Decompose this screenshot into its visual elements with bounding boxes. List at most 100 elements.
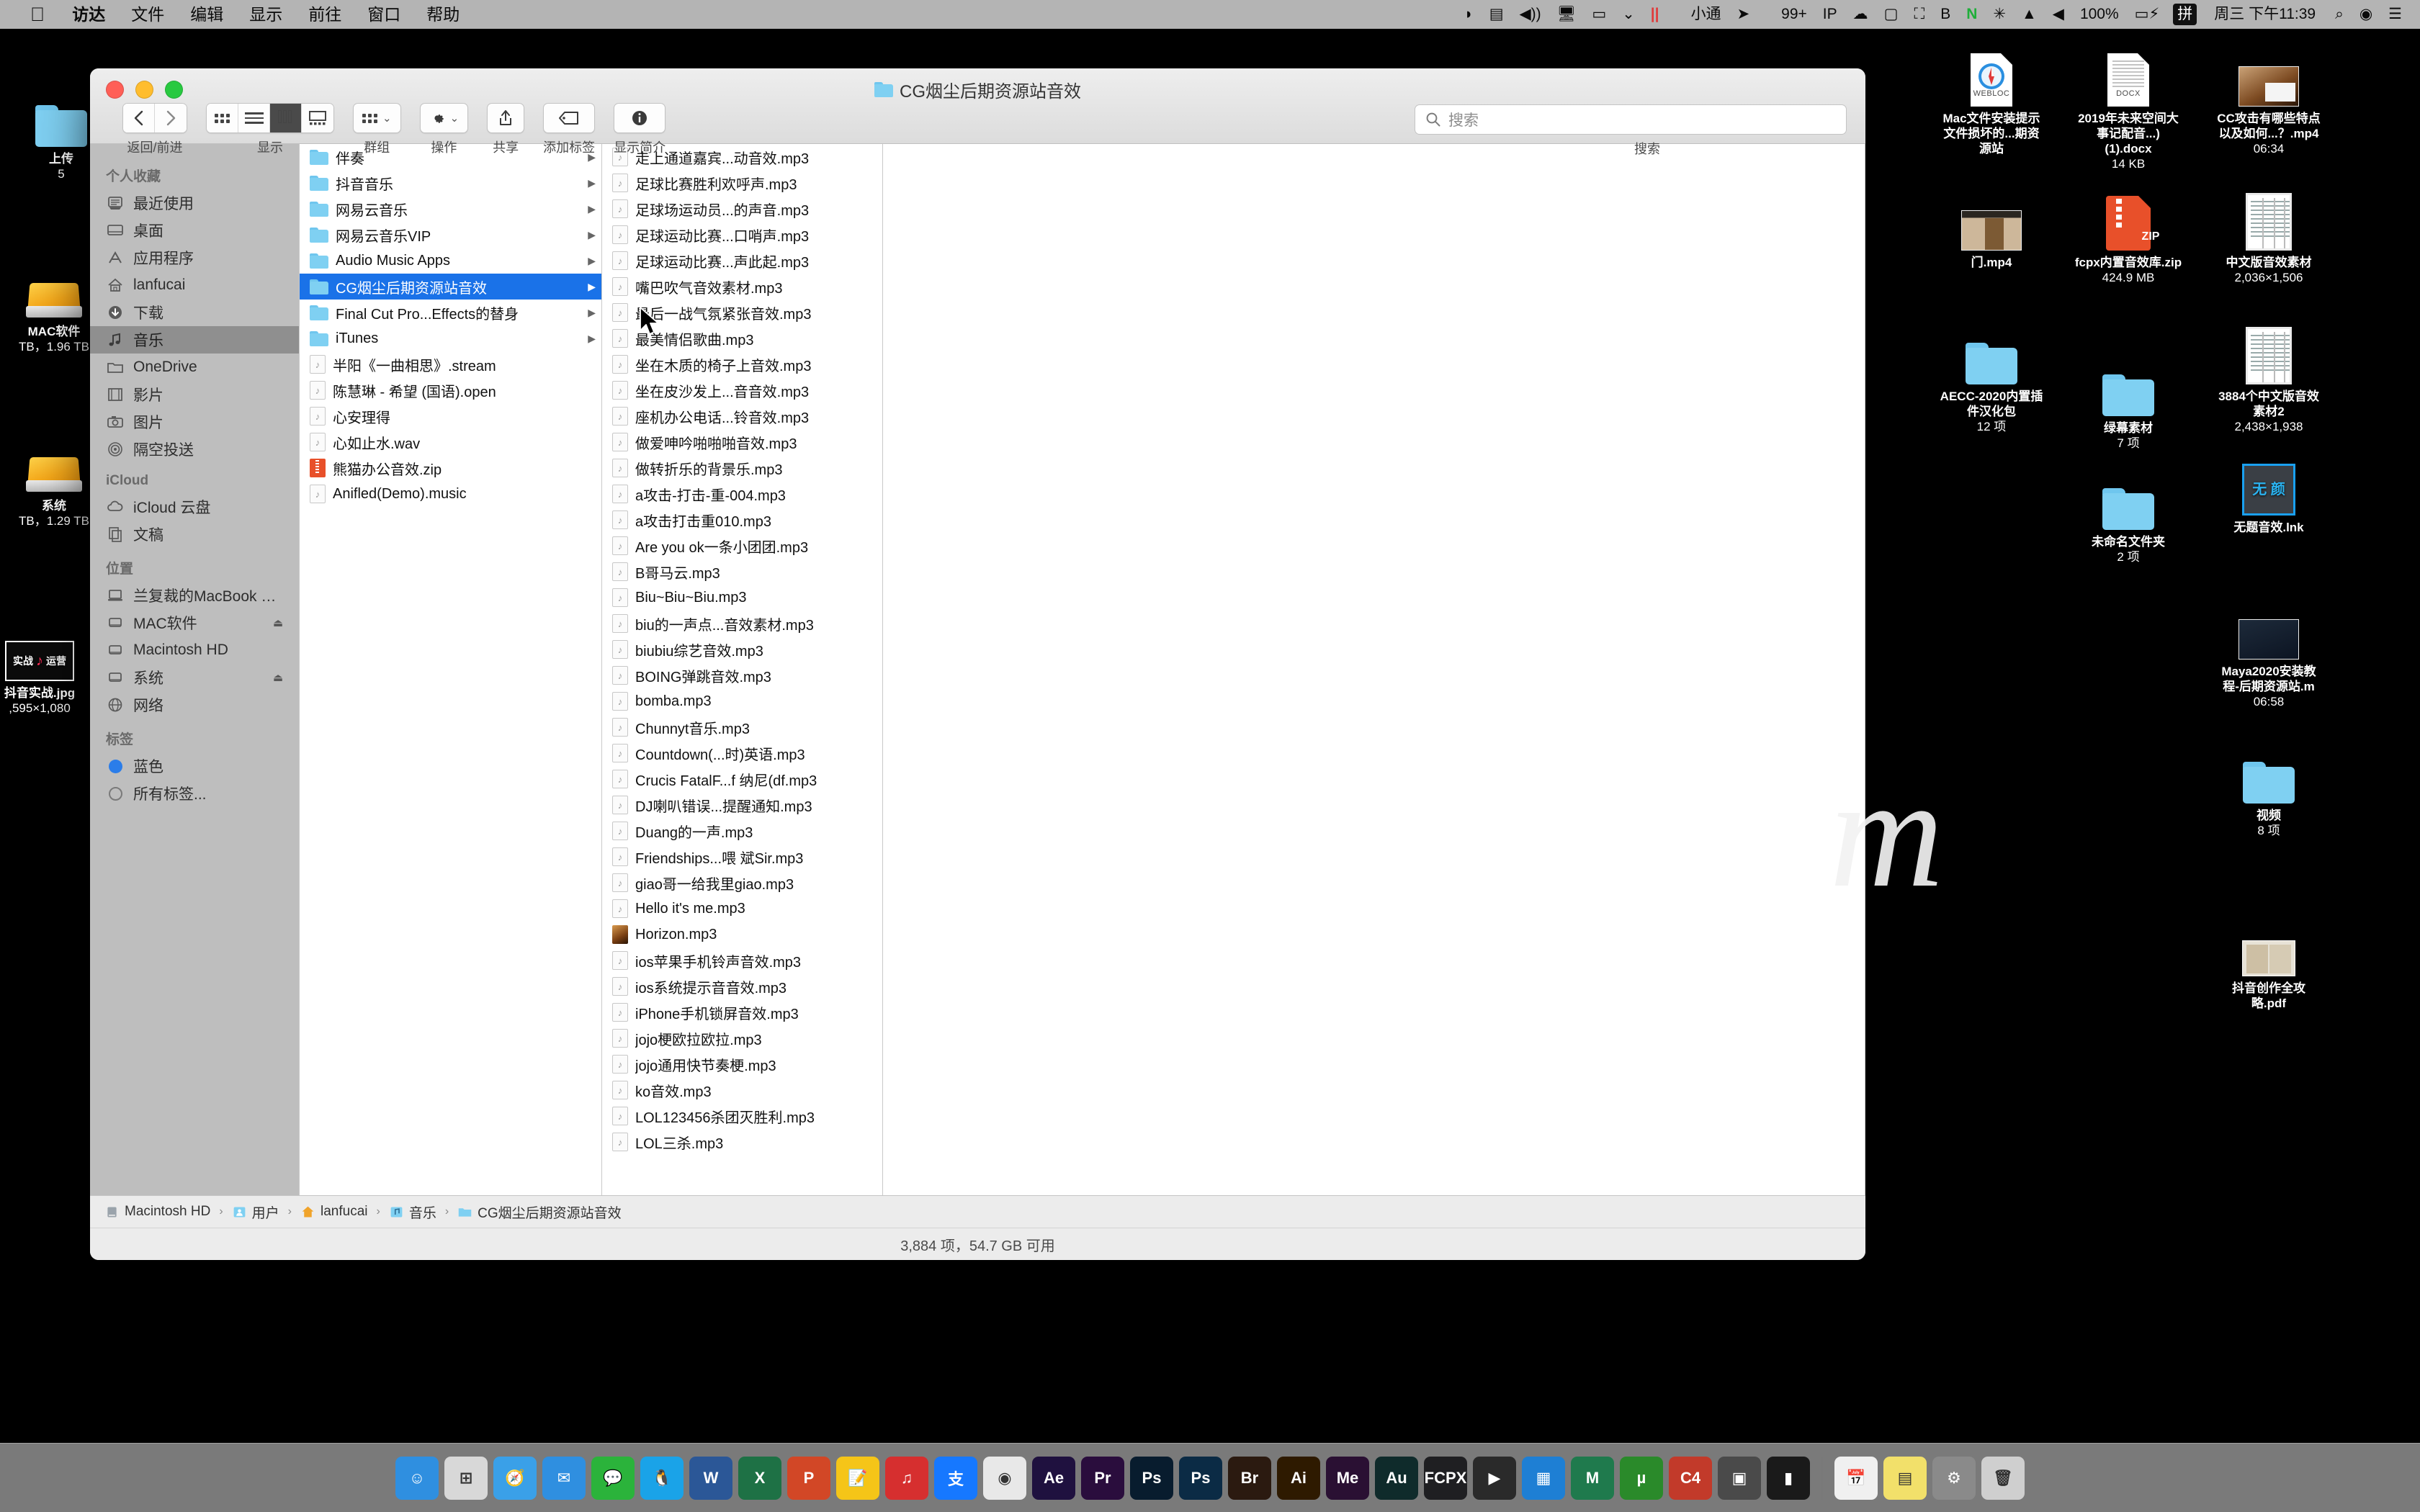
dock-item-alipay[interactable]: 支 [934,1456,977,1500]
ip-label[interactable]: IP [1815,0,1845,29]
dock-item-terminal[interactable]: ▮ [1767,1456,1810,1500]
bluetooth-icon[interactable]: ✳ [1985,0,2014,29]
siri-icon[interactable]: ◉ [2352,0,2380,29]
column-row[interactable]: ♪ Chunnyt音乐.mp3 [602,714,882,740]
disclosure-arrow-icon[interactable]: ▶ [588,307,596,319]
desktop-icon[interactable]: AECC-2020内置插件汉化包 12 项 [1937,323,2045,434]
column-row[interactable]: iTunes ▶ [300,325,601,351]
column-row[interactable]: ♪ 足球运动比赛...口哨声.mp3 [602,222,882,248]
input-method-icon[interactable]: 拼 [2173,4,2197,25]
column-row[interactable]: Final Cut Pro...Effects的替身 ▶ [300,300,601,325]
dock-item-premiere[interactable]: Pr [1081,1456,1124,1500]
qq-icon[interactable]: 99+ [1773,0,1815,29]
menu-item-file[interactable]: 文件 [118,0,177,29]
column-row[interactable]: ♪ Anifled(Demo).music [300,481,601,507]
column-row[interactable]: ♪ LOL三杀.mp3 [602,1129,882,1155]
menu-item-finder[interactable]: 访达 [59,0,118,29]
wacom-icon[interactable]: ▭ [1584,0,1614,29]
column-row[interactable]: ♪ Friendships...喂 斌Sir.mp3 [602,844,882,870]
spotlight-icon[interactable]: ⌕ [2327,0,2352,29]
desktop-icon[interactable]: 视频 8 项 [2215,742,2323,838]
column-row[interactable]: ♪ 半阳《一曲相思》.stream [300,351,601,377]
column-row[interactable]: ♪ BOING弹跳音效.mp3 [602,662,882,688]
dock-item-cinema4d[interactable]: C4 [1669,1456,1712,1500]
netease-icon[interactable]: N [1958,0,1985,29]
dock-item-safari[interactable]: 🧭 [493,1456,537,1500]
column-row[interactable]: ♪ 坐在皮沙发上...音音效.mp3 [602,377,882,403]
column-row[interactable]: ♪ ios苹果手机铃声音效.mp3 [602,948,882,973]
clock[interactable]: 周三 下午11:39 [2202,0,2327,29]
column-row[interactable]: ♪ a攻击打击重010.mp3 [602,507,882,533]
sidebar-item-macintosh-hd[interactable]: Macintosh HD [90,636,299,664]
disclosure-arrow-icon[interactable]: ▶ [588,281,596,293]
battery-icon[interactable]: ▭⚡ [2127,0,2168,29]
column-row[interactable]: ♪ Crucis FatalF...f 纳尼(df.mp3 [602,766,882,792]
battery-percent[interactable]: 100% [2072,0,2127,29]
desktop-icon[interactable]: 中文版音效素材 2,036×1,506 [2215,189,2323,285]
desktop-icon[interactable]: 未命名文件夹 2 项 [2074,468,2182,564]
dock-item-media-encoder[interactable]: Me [1326,1456,1369,1500]
sidebar-item-onedrive[interactable]: OneDrive [90,354,299,381]
sidebar-item-音乐[interactable]: 音乐 [90,326,299,354]
dock-item-notes[interactable]: 📝 [836,1456,879,1500]
column-row[interactable]: ♪ iPhone手机锁屏音效.mp3 [602,999,882,1025]
column-row[interactable]: ♪ jojo梗欧拉欧拉.mp3 [602,1025,882,1051]
menu-item-edit[interactable]: 编辑 [177,0,236,29]
column-row[interactable]: ♪ B哥马云.mp3 [602,559,882,585]
column-row[interactable]: ♪ giao哥一给我里giao.mp3 [602,870,882,896]
list-view-button[interactable] [238,104,270,132]
dock-item-storage[interactable]: ▣ [1718,1456,1761,1500]
sidebar-item-下载[interactable]: 下载 [90,299,299,326]
desktop-icon[interactable]: 实战 ♪ 运营 抖音实战.jpg ,595×1,080 [0,619,94,716]
column-row[interactable]: ♪ LOL123456杀团灭胜利.mp3 [602,1103,882,1129]
breadcrumb-item[interactable]: lanfucai [300,1204,368,1220]
column-row[interactable]: 网易云音乐VIP ▶ [300,222,601,248]
column-row[interactable]: 网易云音乐 ▶ [300,196,601,222]
dropbox-icon[interactable]: ◗ [1456,0,1482,29]
column-row[interactable]: ♪ 嘴巴吹气音效素材.mp3 [602,274,882,300]
xiaotong-label[interactable]: 小通 [1683,0,1729,29]
dock-item-calendar[interactable]: 📅 [1834,1456,1878,1500]
volume-icon[interactable]: ◀)) [1512,0,1549,29]
disclosure-arrow-icon[interactable]: ▶ [588,203,596,215]
gallery-view-button[interactable] [302,104,333,132]
display-icon[interactable]: 🖥 [1549,0,1585,29]
dock-item-qq[interactable]: 🐧 [640,1456,684,1500]
column-row[interactable]: ♪ 陈慧琳 - 希望 (国语).open [300,377,601,403]
icon-view-button[interactable] [207,104,238,132]
group-by-button[interactable]: ⌄ [353,103,401,133]
column-row[interactable]: ♪ 足球场运动员...的声音.mp3 [602,196,882,222]
dock-item-maya[interactable]: M [1571,1456,1614,1500]
dock-item-mail[interactable]: ✉ [542,1456,586,1500]
get-info-button[interactable] [614,103,666,133]
sidebar-item-图片[interactable]: 图片 [90,408,299,436]
sidebar-item-lanfucai[interactable]: lanfucai [90,271,299,299]
sidebar-item-蓝色[interactable]: 蓝色 [90,752,299,780]
column-row[interactable]: ♪ jojo通用快节奏梗.mp3 [602,1051,882,1077]
evernote-icon[interactable]: ▤ [1482,0,1512,29]
parallels-icon[interactable]: || [1643,0,1667,29]
apple-logo-icon[interactable]:  [16,1,59,27]
desktop-icon[interactable]: ZIP fcpx内置音效库.zip 424.9 MB [2074,189,2182,285]
column-view-button[interactable] [270,104,302,132]
dock-item-preferences[interactable]: ⚙ [1932,1456,1976,1500]
notification-center-icon[interactable]: ☰ [2380,0,2410,29]
column-row[interactable]: Horizon.mp3 [602,922,882,948]
column-row[interactable]: ♪ 心如止水.wav [300,429,601,455]
column-row[interactable]: ♪ biu的一声点...音效素材.mp3 [602,611,882,636]
eject-icon[interactable]: ⏏ [273,671,283,684]
desktop-icon[interactable]: DOCX 2019年未来空间大事记配音...)(1).docx 14 KB [2074,45,2182,171]
screenshot-icon[interactable]: ⛶ [1906,0,1932,29]
dock-item-word[interactable]: W [689,1456,732,1500]
dock-item-photoshop[interactable]: Ps [1130,1456,1173,1500]
dock-item-trash[interactable]: 🗑 [1981,1456,2025,1500]
menu-item-go[interactable]: 前往 [295,0,354,29]
add-tag-button[interactable] [543,103,596,133]
breadcrumb-item[interactable]: Macintosh HD [104,1204,210,1220]
disclosure-arrow-icon[interactable]: ▶ [588,229,596,241]
column-row[interactable]: ♪ 做转折乐的背景乐.mp3 [602,455,882,481]
dock-item-keynote[interactable]: ▦ [1522,1456,1565,1500]
sidebar-item-隔空投送[interactable]: 隔空投送 [90,436,299,463]
forward-button[interactable] [155,104,187,132]
share-button[interactable] [487,103,525,133]
